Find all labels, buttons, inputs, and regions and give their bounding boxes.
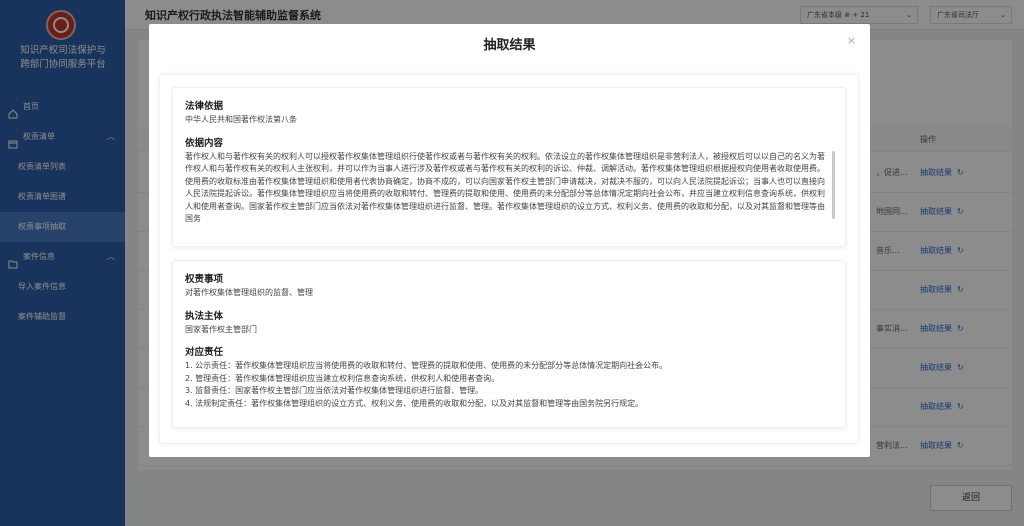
rights-matter-section: 权责事项 对著作权集体管理组织的监督、管理 执法主体 国家著作权主管部门 对应责…	[172, 260, 846, 428]
scrollbar[interactable]	[832, 151, 835, 219]
dialog-body: 法律依据 中华人民共和国著作权法第八条 依据内容 著作权人和与著作权有关的权利人…	[159, 74, 859, 444]
rights-matter-heading: 权责事项	[185, 274, 224, 285]
duty-item: 1. 公示责任：著作权集体管理组织应当将使用费的收取和转付、管理费的提取和使用、…	[185, 361, 668, 370]
basis-content-text: 著作权人和与著作权有关的权利人可以授权著作权集体管理组织行使著作权或者与著作权有…	[185, 151, 825, 224]
enforcement-subject-heading: 执法主体	[185, 310, 224, 322]
dialog-title: 抽取结果	[483, 38, 536, 53]
close-icon[interactable]: ×	[847, 34, 856, 47]
legal-basis-section: 法律依据 中华人民共和国著作权法第八条 依据内容 著作权人和与著作权有关的权利人…	[172, 87, 846, 247]
legal-basis-text: 中华人民共和国著作权法第八条	[185, 115, 297, 124]
extraction-result-dialog: 抽取结果 × 法律依据 中华人民共和国著作权法第八条 依据内容 著作权人和与著作…	[149, 24, 870, 457]
legal-basis-heading: 法律依据	[185, 101, 224, 112]
duty-item: 4. 法规制定责任：著作权集体管理组织的设立方式、权利义务、使用费的收取和分配，…	[185, 398, 644, 408]
rights-matter-text: 对著作权集体管理组织的监督、管理	[185, 288, 313, 297]
duty-item: 3. 监督责任：国家著作权主管部门应当依法对著作权集体管理组织进行监督、管理。	[185, 386, 484, 395]
duty-item: 2. 管理责任：著作权集体管理组织应当建立权利信息查询系统，供权利人和使用者查询…	[185, 373, 500, 383]
duty-heading: 对应责任	[185, 347, 224, 358]
enforcement-subject-text: 国家著作权主管部门	[185, 324, 257, 334]
basis-content-heading: 依据内容	[185, 137, 224, 149]
